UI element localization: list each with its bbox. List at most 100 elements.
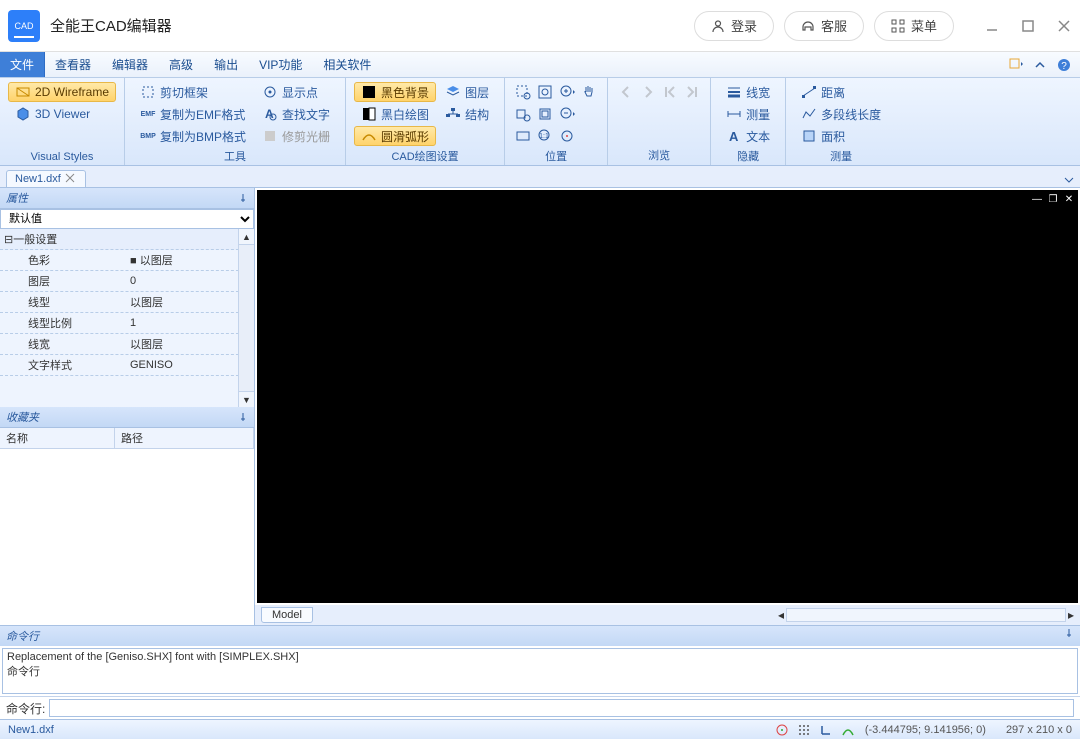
area-button[interactable]: 面积 [794, 126, 888, 146]
property-row[interactable]: 线型以图层 [0, 292, 254, 313]
minimize-button[interactable] [984, 18, 1000, 34]
maximize-button[interactable] [1020, 18, 1036, 34]
help-icon[interactable]: ? [1056, 57, 1072, 73]
zoom-window-icon[interactable] [513, 82, 533, 102]
menu-file[interactable]: 文件 [0, 52, 45, 77]
properties-dropdown[interactable]: 默认值 [0, 209, 254, 229]
model-tab[interactable]: Model [261, 607, 313, 623]
property-row[interactable]: 文字样式GENISO [0, 355, 254, 376]
property-row[interactable]: 图层0 [0, 271, 254, 292]
pin-icon[interactable] [238, 193, 248, 203]
zoom-out-icon[interactable] [557, 104, 577, 124]
titlebar: CAD 全能王CAD编辑器 登录 客服 菜单 [0, 0, 1080, 52]
zoom-in-icon[interactable] [557, 82, 577, 102]
polyline-button[interactable]: 多段线长度 [794, 104, 888, 124]
document-tabs: New1.dxf [0, 166, 1080, 188]
status-filename: New1.dxf [8, 724, 54, 736]
nav-last-icon[interactable] [682, 82, 702, 102]
drawing-canvas[interactable]: — ❐ ✕ [257, 190, 1078, 603]
statusbar: New1.dxf (-3.444795; 9.141956; 0) 297 x … [0, 719, 1080, 739]
zoom-center-icon[interactable] [557, 126, 577, 146]
find-text-button[interactable]: A查找文字 [255, 104, 337, 124]
canvas-restore-icon[interactable]: ❐ [1046, 192, 1060, 206]
edit-dropdown-icon[interactable] [1008, 57, 1024, 73]
black-bg-button[interactable]: 黑色背景 [354, 82, 436, 102]
menu-editor[interactable]: 编辑器 [102, 52, 159, 77]
zoom-scale-icon[interactable]: 1:1 [535, 126, 555, 146]
canvas-minimize-icon[interactable]: — [1030, 192, 1044, 206]
menu-button[interactable]: 菜单 [874, 11, 954, 41]
canvas-close-icon[interactable]: ✕ [1062, 192, 1076, 206]
svg-text:?: ? [1061, 61, 1067, 72]
zoom-extents-icon[interactable] [535, 82, 555, 102]
copy-bmp-button[interactable]: BMP复制为BMP格式 [133, 126, 253, 146]
zoom-realtime-icon[interactable] [513, 104, 533, 124]
bw-draw-button[interactable]: 黑白绘图 [354, 104, 436, 124]
status-snap-icon[interactable] [775, 723, 789, 737]
menu-output[interactable]: 输出 [204, 52, 249, 77]
trim-icon [262, 128, 278, 144]
zoom-previous-icon[interactable] [535, 104, 555, 124]
pin-icon[interactable] [238, 412, 248, 422]
properties-header: 属性 [0, 188, 254, 209]
property-row[interactable]: 线宽以图层 [0, 334, 254, 355]
properties-group[interactable]: ⊟ 一般设置 [0, 229, 254, 250]
status-polar-icon[interactable] [841, 723, 855, 737]
wireframe-button[interactable]: 2D Wireframe [8, 82, 116, 102]
distance-button[interactable]: 距离 [794, 82, 888, 102]
hscroll-right-icon[interactable]: ▸ [1068, 608, 1074, 622]
text-icon: A [726, 128, 742, 144]
pin-icon[interactable] [1064, 628, 1074, 644]
hscroll-track[interactable] [786, 608, 1066, 622]
collapse-ribbon-icon[interactable] [1032, 57, 1048, 73]
nav-forward-icon[interactable] [638, 82, 658, 102]
service-button[interactable]: 客服 [784, 11, 864, 41]
viewer3d-icon [15, 106, 31, 122]
cut-frame-button[interactable]: 剪切框架 [133, 82, 253, 102]
layer-button[interactable]: 图层 [438, 82, 496, 102]
menu-related[interactable]: 相关软件 [313, 52, 382, 77]
document-tab[interactable]: New1.dxf [6, 170, 86, 187]
measure-button[interactable]: 测量 [719, 104, 777, 124]
property-row[interactable]: 线型比例1 [0, 313, 254, 334]
nav-first-icon[interactable] [660, 82, 680, 102]
scroll-up-icon[interactable]: ▲ [239, 229, 254, 245]
login-button[interactable]: 登录 [694, 11, 774, 41]
model-tabs: Model ◂ ▸ [255, 605, 1080, 625]
ribbon-label-tools: 工具 [133, 146, 337, 166]
distance-icon [801, 84, 817, 100]
hscroll-left-icon[interactable]: ◂ [778, 608, 784, 622]
ribbon-label-measure: 测量 [794, 146, 888, 166]
trim-raster-button[interactable]: 修剪光栅 [255, 126, 337, 146]
struct-button[interactable]: 结构 [438, 104, 496, 124]
properties-scrollbar[interactable]: ▲ ▼ [238, 229, 254, 407]
status-dimensions: 297 x 210 x 0 [1006, 724, 1072, 736]
close-button[interactable] [1056, 18, 1072, 34]
app-title: 全能王CAD编辑器 [50, 15, 172, 36]
pan-icon[interactable] [579, 82, 599, 102]
wireframe-icon [15, 84, 31, 100]
menu-advanced[interactable]: 高级 [159, 52, 204, 77]
tab-dropdown-icon[interactable] [1062, 173, 1076, 187]
viewer3d-button[interactable]: 3D Viewer [8, 104, 116, 124]
lineweight-button[interactable]: 线宽 [719, 82, 777, 102]
bwdraw-icon [361, 106, 377, 122]
menu-viewer[interactable]: 查看器 [45, 52, 102, 77]
favorites-col-name[interactable]: 名称 [0, 428, 115, 448]
zoom-all-icon[interactable] [513, 126, 533, 146]
text-button[interactable]: A文本 [719, 126, 777, 146]
copy-emf-button[interactable]: EMF复制为EMF格式 [133, 104, 253, 124]
property-row[interactable]: 色彩■ 以图层 [0, 250, 254, 271]
command-input[interactable] [49, 699, 1074, 717]
close-tab-icon[interactable] [65, 173, 77, 185]
smooth-arc-button[interactable]: 圆滑弧形 [354, 126, 436, 146]
scroll-down-icon[interactable]: ▼ [239, 391, 254, 407]
show-point-button[interactable]: 显示点 [255, 82, 337, 102]
properties-table: ⊟ 一般设置 色彩■ 以图层 图层0 线型以图层 线型比例1 线宽以图层 文字样… [0, 229, 254, 407]
menu-vip[interactable]: VIP功能 [249, 52, 313, 77]
nav-back-icon[interactable] [616, 82, 636, 102]
user-icon [711, 19, 725, 33]
status-grid-icon[interactable] [797, 723, 811, 737]
status-ortho-icon[interactable] [819, 723, 833, 737]
favorites-col-path[interactable]: 路径 [115, 428, 254, 448]
